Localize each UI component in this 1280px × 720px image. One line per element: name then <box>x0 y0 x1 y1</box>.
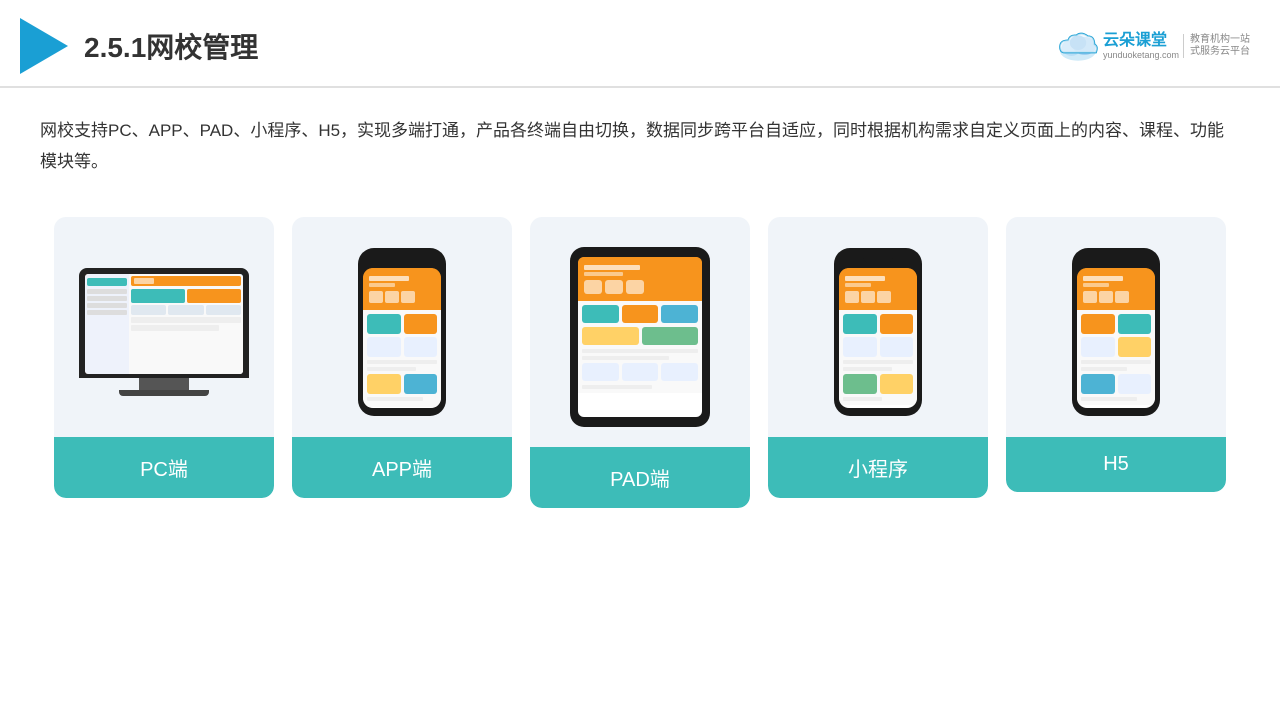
description-text: 网校支持PC、APP、PAD、小程序、H5，实现多端打通，产品各终端自由切换，数… <box>0 88 1280 187</box>
pc-stand <box>139 378 189 390</box>
pc-screen <box>85 274 243 374</box>
app-card: APP端 <box>292 217 512 498</box>
h5-screen-header <box>1077 268 1155 310</box>
tablet-outer <box>570 247 710 427</box>
pc-base <box>119 390 209 396</box>
h5-notch <box>1101 256 1131 264</box>
mini-program-outer <box>834 248 922 416</box>
tablet-mockup <box>570 247 710 427</box>
tablet-screen-header <box>578 257 702 301</box>
logo-icon <box>20 18 68 74</box>
phone-notch <box>387 256 417 264</box>
pc-card-image <box>54 217 274 437</box>
pc-label: PC端 <box>54 437 274 498</box>
phone-screen <box>363 268 441 408</box>
pc-card: PC端 <box>54 217 274 498</box>
pad-card: PAD端 <box>530 217 750 508</box>
h5-mockup <box>1071 248 1161 416</box>
phone-screen-body <box>363 310 441 407</box>
mini-program-header <box>839 268 917 310</box>
h5-outer <box>1072 248 1160 416</box>
h5-card: H5 <box>1006 217 1226 492</box>
h5-screen <box>1077 268 1155 408</box>
mini-program-notch <box>863 256 893 264</box>
app-card-image <box>292 217 512 437</box>
mini-program-mockup <box>833 248 923 416</box>
h5-card-image <box>1006 217 1226 437</box>
pc-screen-outer <box>79 268 249 378</box>
mini-program-body <box>839 310 917 405</box>
header-left: 2.5.1网校管理 <box>20 18 258 74</box>
header: 2.5.1网校管理 云朵课堂 yunduoketang.com 教育机构一站 式… <box>0 0 1280 88</box>
phone-mockup <box>357 248 447 416</box>
app-label: APP端 <box>292 437 512 498</box>
pad-label: PAD端 <box>530 447 750 508</box>
page-title: 2.5.1网校管理 <box>84 26 258 66</box>
mini-program-card: 小程序 <box>768 217 988 498</box>
pad-card-image <box>530 217 750 447</box>
mini-program-screen <box>839 268 917 408</box>
tablet-screen <box>578 257 702 417</box>
cards-container: PC端 <box>0 187 1280 538</box>
cloud-icon <box>1053 28 1103 64</box>
brand-logo: 云朵课堂 yunduoketang.com 教育机构一站 式服务云平台 <box>1053 28 1250 64</box>
h5-label: H5 <box>1006 437 1226 492</box>
h5-body <box>1077 310 1155 405</box>
mini-program-card-image <box>768 217 988 437</box>
phone-screen-header <box>363 268 441 310</box>
brand-text: 云朵课堂 yunduoketang.com <box>1103 31 1179 61</box>
brand-slogan: 教育机构一站 式服务云平台 <box>1183 34 1250 58</box>
phone-outer <box>358 248 446 416</box>
mini-program-label: 小程序 <box>768 437 988 498</box>
pc-mockup <box>79 268 249 396</box>
tablet-screen-body <box>578 301 702 393</box>
